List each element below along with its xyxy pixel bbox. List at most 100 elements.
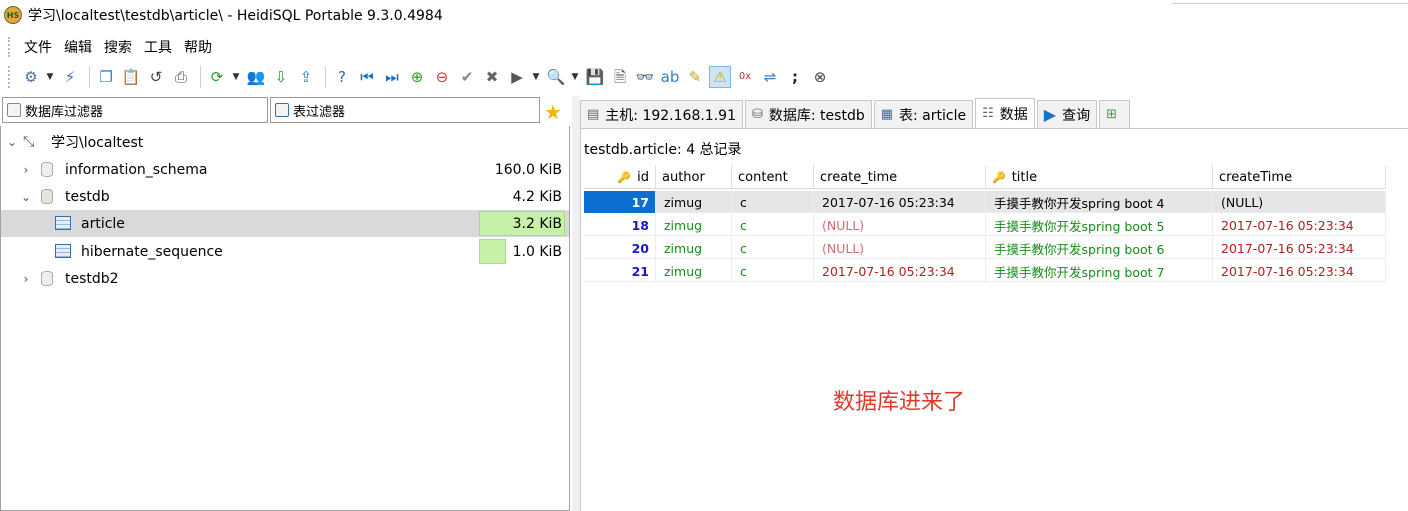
table-row[interactable]: 18 zimug c (NULL) 手摸手教你开发spring boot 5 2…	[584, 214, 1386, 236]
cell-create-time[interactable]: (NULL)	[814, 214, 986, 236]
run-icon[interactable]: ▶	[506, 66, 528, 88]
check-icon[interactable]: ✔	[456, 66, 478, 88]
save-icon[interactable]: 💾	[584, 66, 606, 88]
table-row[interactable]: 21 zimug c 2017-07-16 05:23:34 手摸手教你开发sp…	[584, 260, 1386, 282]
export-icon[interactable]: ⇩	[270, 66, 292, 88]
save-as-icon[interactable]: 🗎	[609, 66, 631, 88]
tree-item-information-schema[interactable]: › information_schema 160.0 KiB	[1, 156, 569, 183]
tab-query[interactable]: ▶ 查询	[1036, 100, 1098, 128]
binoculars-icon[interactable]: 👓	[634, 66, 656, 88]
cell-createtime[interactable]: 2017-07-16 05:23:34	[1213, 237, 1386, 259]
session-manager-icon[interactable]: ⚙	[20, 66, 42, 88]
replace-icon[interactable]: ab	[659, 66, 681, 88]
database-filter-input[interactable]: 数据库过滤器	[2, 97, 268, 123]
cell-title[interactable]: 手摸手教你开发spring boot 5	[986, 214, 1213, 236]
tab-data[interactable]: ☷ 数据	[975, 98, 1035, 128]
column-header-author[interactable]: author	[656, 165, 732, 189]
cell-id[interactable]: 20	[584, 237, 656, 259]
copy-icon[interactable]: ❐	[95, 66, 117, 88]
delete-row-icon[interactable]: ⊖	[431, 66, 453, 88]
cell-createtime[interactable]: 2017-07-16 05:23:34	[1213, 260, 1386, 282]
favorites-star-icon[interactable]: ★	[544, 100, 562, 124]
chevron-down-icon[interactable]: ▼	[45, 66, 55, 88]
tab-host[interactable]: ▤ 主机: 192.168.1.91	[580, 100, 743, 128]
refresh-icon[interactable]: ⟳	[206, 66, 228, 88]
column-header-id[interactable]: 🔑 id	[584, 165, 656, 189]
cell-author[interactable]: zimug	[656, 260, 732, 282]
column-header-content[interactable]: content	[732, 165, 814, 189]
chevron-right-icon[interactable]: ›	[19, 272, 33, 286]
cell-author[interactable]: zimug	[656, 214, 732, 236]
cell-create-time[interactable]: 2017-07-16 05:23:34	[814, 260, 986, 282]
table-row[interactable]: 17 zimug c 2017-07-16 05:23:34 手摸手教你开发sp…	[584, 191, 1386, 213]
table-filter-input[interactable]: 表过滤器	[270, 97, 540, 123]
tree-item-testdb2[interactable]: › testdb2	[1, 265, 569, 292]
wrap-icon[interactable]: ⇌	[759, 66, 781, 88]
column-header-title[interactable]: 🔑 title	[986, 165, 1213, 189]
column-header-createtime[interactable]: createTime	[1213, 165, 1386, 189]
size-indicator: 3.2 KiB	[479, 211, 565, 236]
menu-file[interactable]: 文件	[18, 37, 58, 57]
chevron-right-icon[interactable]: ›	[19, 163, 33, 177]
tab-database[interactable]: ⛁ 数据库: testdb	[744, 100, 872, 128]
add-row-icon[interactable]: ⊕	[406, 66, 428, 88]
tree-root-session[interactable]: ⌄ ⤡ 学习\localtest	[1, 128, 569, 155]
cell-create-time[interactable]: (NULL)	[814, 237, 986, 259]
chevron-down-icon[interactable]: ⌄	[5, 135, 19, 149]
warning-icon[interactable]: ⚠	[709, 66, 731, 88]
cell-author[interactable]: zimug	[656, 237, 732, 259]
tab-new-query[interactable]: ⊞	[1099, 100, 1130, 128]
cell-content[interactable]: c	[732, 214, 814, 236]
menu-edit[interactable]: 编辑	[58, 37, 98, 57]
edit-icon[interactable]: ✎	[684, 66, 706, 88]
close-icon[interactable]: ⊗	[809, 66, 831, 88]
menu-tools[interactable]: 工具	[138, 37, 178, 57]
column-header-create-time[interactable]: create_time	[814, 165, 986, 189]
column-header-label: content	[738, 169, 788, 185]
semicolon-icon[interactable]: ;	[784, 66, 806, 88]
chevron-down-icon[interactable]: ▼	[231, 66, 241, 88]
cell-content[interactable]: c	[732, 260, 814, 282]
cell-content[interactable]: c	[732, 237, 814, 259]
chevron-down-icon[interactable]: ▼	[531, 66, 541, 88]
tree-item-testdb[interactable]: ⌄ testdb 4.2 KiB	[1, 183, 569, 210]
cell-createtime[interactable]: 2017-07-16 05:23:34	[1213, 214, 1386, 236]
menu-grip[interactable]	[8, 37, 12, 57]
cell-content[interactable]: c	[732, 191, 814, 213]
table-icon	[275, 103, 289, 117]
hex-icon[interactable]: 0x	[734, 66, 756, 88]
help-icon[interactable]: ?	[331, 66, 353, 88]
chevron-down-icon[interactable]: ⌄	[19, 190, 33, 204]
menu-help[interactable]: 帮助	[178, 37, 218, 57]
table-row[interactable]: 20 zimug c (NULL) 手摸手教你开发spring boot 6 2…	[584, 237, 1386, 259]
disconnect-icon[interactable]: ⚡	[59, 66, 81, 88]
toolbar-separator	[200, 66, 201, 88]
tree-item-article[interactable]: article 3.2 KiB	[1, 210, 569, 237]
last-record-icon[interactable]: ⏭	[381, 66, 403, 88]
tab-table[interactable]: ▦ 表: article	[873, 100, 974, 128]
chevron-down-icon[interactable]: ▼	[570, 66, 580, 88]
cell-create-time[interactable]: 2017-07-16 05:23:34	[814, 191, 986, 213]
menu-search[interactable]: 搜索	[98, 37, 138, 57]
undo-icon[interactable]: ↺	[145, 66, 167, 88]
annotation-text: 数据库进来了	[833, 390, 966, 415]
first-record-icon[interactable]: ⏮	[356, 66, 378, 88]
toolbar-grip[interactable]	[8, 66, 12, 88]
paste-icon[interactable]: 📋	[120, 66, 142, 88]
tree-item-hibernate-sequence[interactable]: hibernate_sequence 1.0 KiB	[1, 238, 569, 265]
cell-title[interactable]: 手摸手教你开发spring boot 6	[986, 237, 1213, 259]
print-icon[interactable]: ⎙	[170, 66, 192, 88]
size-value: 4.2 KiB	[512, 188, 562, 205]
cell-createtime[interactable]: (NULL)	[1213, 191, 1386, 213]
cell-title[interactable]: 手摸手教你开发spring boot 7	[986, 260, 1213, 282]
panel-splitter[interactable]	[572, 96, 580, 511]
cell-id[interactable]: 18	[584, 214, 656, 236]
cell-id[interactable]: 17	[584, 191, 656, 213]
query-explain-icon[interactable]: 🔍	[545, 66, 567, 88]
cancel-icon[interactable]: ✖	[481, 66, 503, 88]
import-icon[interactable]: ⇪	[295, 66, 317, 88]
cell-id[interactable]: 21	[584, 260, 656, 282]
cell-title[interactable]: 手摸手教你开发spring boot 4	[986, 191, 1213, 213]
user-manager-icon[interactable]: 👥	[245, 66, 267, 88]
cell-author[interactable]: zimug	[656, 191, 732, 213]
